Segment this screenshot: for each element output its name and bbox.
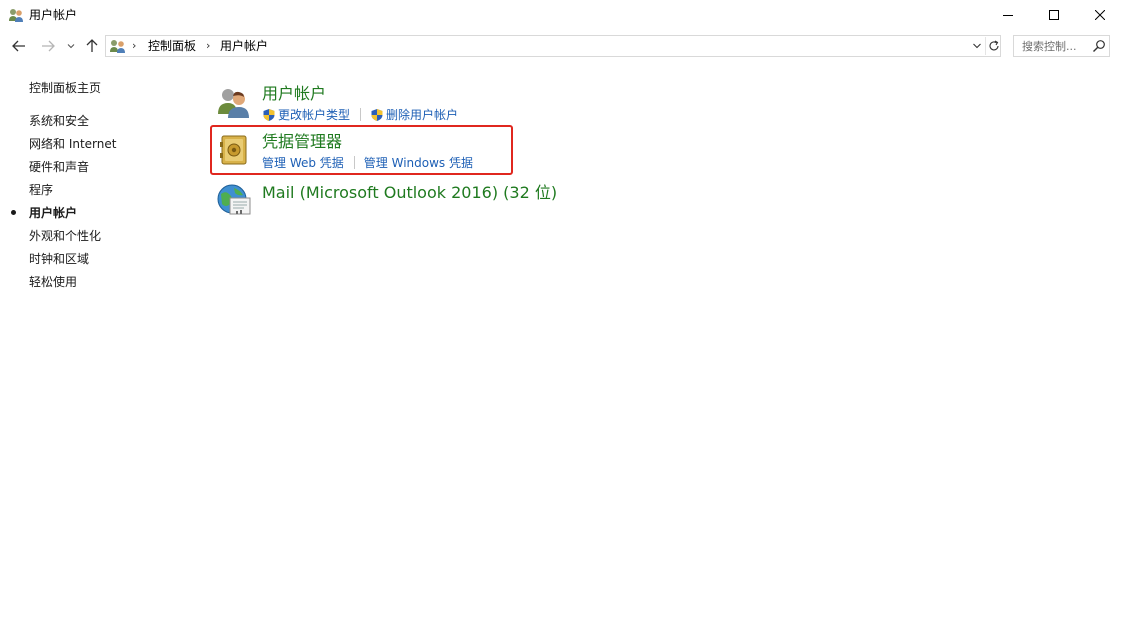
mail-icon[interactable]: [216, 182, 252, 218]
maximize-icon: [1049, 10, 1059, 20]
search-input[interactable]: [1014, 36, 1100, 56]
uac-shield-icon: [371, 108, 383, 121]
chevron-down-icon: [973, 43, 981, 49]
highlight-box: [210, 125, 513, 175]
category-title-mail[interactable]: Mail (Microsoft Outlook 2016) (32 位): [262, 183, 557, 203]
arrow-left-icon: [12, 40, 25, 52]
address-bar[interactable]: › 控制面板 › 用户帐户: [105, 35, 1001, 57]
category-mail: Mail (Microsoft Outlook 2016) (32 位): [216, 182, 576, 218]
sidebar-item-ease-of-access[interactable]: 轻松使用: [29, 274, 77, 290]
control-panel-window: 用户帐户 › 控制面板 › 用户帐户 搜索控制... 控制面板主页 系统和安全 …: [0, 0, 1123, 632]
breadcrumb-separator[interactable]: ›: [206, 39, 210, 53]
chevron-down-icon: [67, 44, 75, 49]
minimize-icon: [1003, 15, 1013, 16]
users-icon[interactable]: [216, 84, 252, 120]
arrow-up-icon: [86, 39, 98, 52]
breadcrumb-user-accounts[interactable]: 用户帐户: [220, 39, 268, 53]
sidebar-item-clock-region[interactable]: 时钟和区域: [29, 251, 89, 267]
sidebar-item-user-accounts[interactable]: 用户帐户: [29, 205, 77, 221]
refresh-icon: [989, 40, 999, 51]
sidebar-item-control-panel-home[interactable]: 控制面板主页: [29, 80, 101, 96]
up-button[interactable]: [82, 36, 102, 56]
maximize-button[interactable]: [1031, 0, 1077, 30]
title-bar: 用户帐户: [0, 0, 1123, 30]
category-user-accounts: 用户帐户 更改帐户类型 删除用户帐户: [216, 84, 516, 124]
window-title: 用户帐户: [29, 8, 78, 22]
category-title-user-accounts[interactable]: 用户帐户: [262, 84, 326, 104]
arrow-right-icon: [42, 40, 55, 52]
minimize-button[interactable]: [985, 0, 1031, 30]
sidebar-item-network-internet[interactable]: 网络和 Internet: [29, 136, 116, 152]
refresh-button[interactable]: [985, 37, 1001, 55]
close-button[interactable]: [1077, 0, 1123, 30]
search-icon[interactable]: [1092, 39, 1106, 53]
change-account-type-link[interactable]: 更改帐户类型: [278, 108, 350, 122]
search-box[interactable]: [1013, 35, 1110, 57]
category-links: 更改帐户类型 删除用户帐户: [262, 107, 458, 122]
users-icon: [9, 9, 23, 22]
users-icon: [110, 40, 125, 53]
recent-locations-button[interactable]: [63, 36, 79, 56]
sidebar-item-programs[interactable]: 程序: [29, 182, 53, 198]
back-button[interactable]: [9, 36, 29, 56]
breadcrumb-control-panel[interactable]: 控制面板: [148, 39, 196, 53]
breadcrumb-separator[interactable]: ›: [132, 39, 136, 53]
link-divider: [360, 108, 362, 121]
remove-user-account-link[interactable]: 删除用户帐户: [386, 108, 458, 122]
forward-button[interactable]: [38, 36, 58, 56]
address-history-button[interactable]: [969, 37, 985, 55]
uac-shield-icon: [263, 108, 275, 121]
navigation-bar: › 控制面板 › 用户帐户: [0, 32, 1123, 62]
sidebar-item-appearance[interactable]: 外观和个性化: [29, 228, 101, 244]
sidebar-item-hardware-sound[interactable]: 硬件和声音: [29, 159, 89, 175]
active-item-bullet: [11, 210, 16, 215]
close-icon: [1095, 10, 1105, 20]
sidebar-item-system-security[interactable]: 系统和安全: [29, 113, 89, 129]
